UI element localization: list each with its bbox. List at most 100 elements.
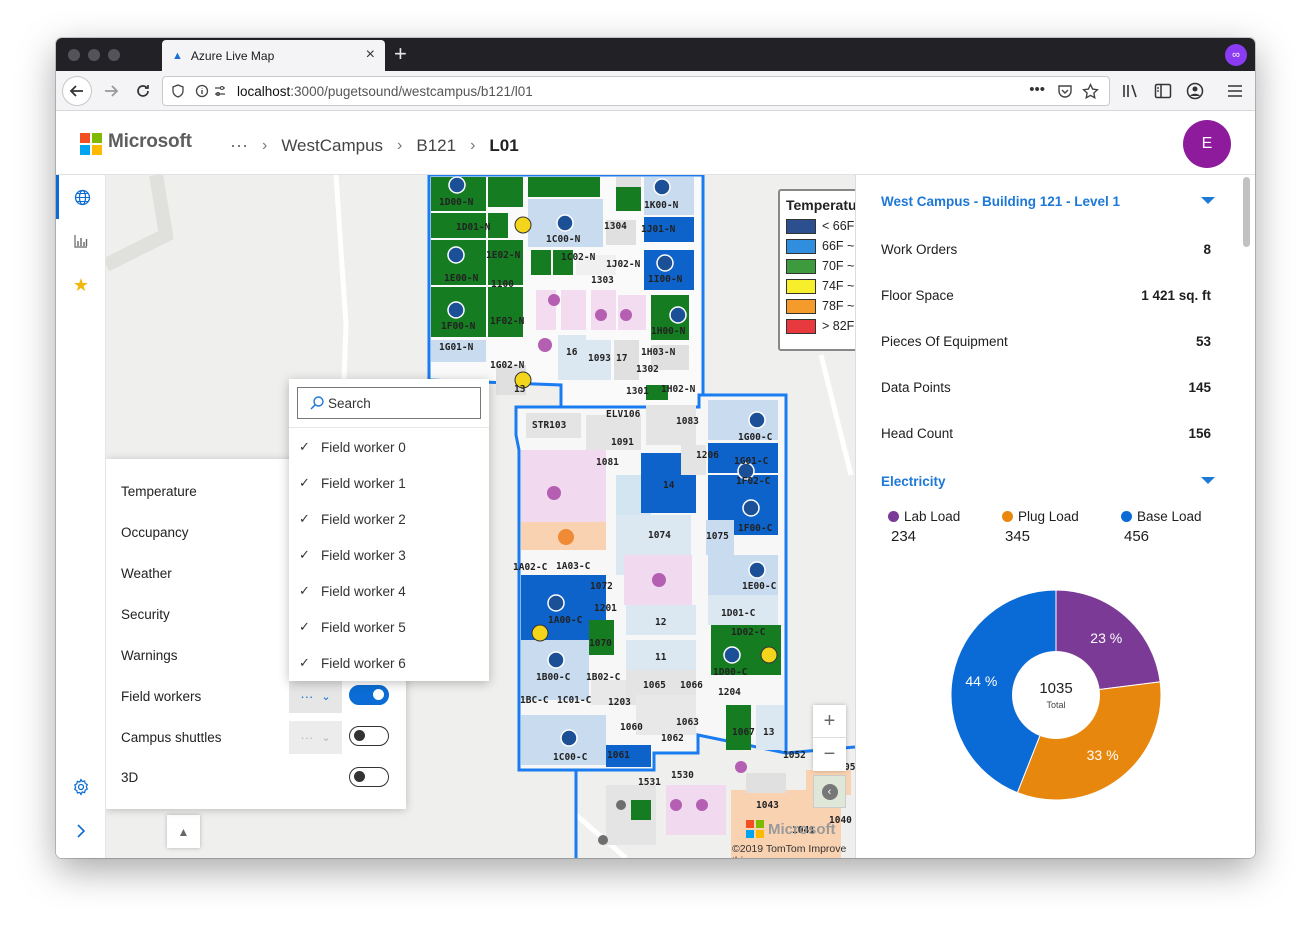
app-header: Microsoft ··· › WestCampus › B121 › L01 … bbox=[56, 111, 1255, 175]
collapse-caret-icon[interactable] bbox=[1201, 477, 1215, 484]
legend-dot bbox=[1002, 511, 1013, 522]
svg-text:1A03-C: 1A03-C bbox=[556, 561, 591, 572]
map-copyright[interactable]: ©2019 TomTom Improve this map bbox=[732, 843, 855, 858]
rail-item-favorites[interactable]: ★ bbox=[56, 263, 106, 307]
new-tab-button[interactable]: + bbox=[394, 41, 407, 67]
address-bar[interactable]: localhost:3000/pugetsound/westcampus/b12… bbox=[162, 76, 1110, 106]
field-workers-options-button[interactable]: ··· ⌄ bbox=[289, 680, 342, 713]
svg-text:1091: 1091 bbox=[611, 437, 634, 448]
svg-text:1075: 1075 bbox=[706, 531, 729, 542]
svg-text:1C02-N: 1C02-N bbox=[561, 252, 596, 263]
layer-security[interactable]: Security bbox=[121, 607, 170, 622]
3d-toggle[interactable] bbox=[349, 767, 389, 787]
svg-text:1206: 1206 bbox=[696, 450, 719, 461]
field-worker-item[interactable]: ✓ Field worker 4 bbox=[299, 583, 406, 599]
avatar[interactable]: E bbox=[1183, 120, 1231, 168]
svg-text:ELV106: ELV106 bbox=[606, 409, 641, 420]
rail-item-settings[interactable] bbox=[56, 765, 106, 809]
layer-field-workers[interactable]: Field workers bbox=[121, 689, 201, 704]
permissions-icon[interactable] bbox=[213, 84, 227, 98]
svg-text:1D02-C: 1D02-C bbox=[731, 627, 766, 638]
svg-text:1204: 1204 bbox=[718, 687, 741, 698]
layer-weather[interactable]: Weather bbox=[121, 566, 172, 581]
svg-text:1E02-N: 1E02-N bbox=[486, 250, 521, 261]
breadcrumb-item-campus[interactable]: WestCampus bbox=[281, 136, 383, 156]
collapse-caret-icon[interactable] bbox=[1201, 197, 1215, 204]
svg-text:1C00-N: 1C00-N bbox=[546, 234, 581, 245]
panel-scrollbar[interactable] bbox=[1243, 177, 1250, 247]
library-icon[interactable] bbox=[1122, 83, 1140, 99]
layer-temperature[interactable]: Temperature bbox=[121, 484, 197, 499]
electricity-title[interactable]: Electricity bbox=[881, 474, 946, 489]
svg-text:1C01-C: 1C01-C bbox=[557, 695, 592, 706]
chevron-left-icon: ‹ bbox=[821, 783, 838, 800]
left-rail: ★ bbox=[56, 175, 106, 858]
zoom-in-button[interactable]: + bbox=[813, 705, 846, 738]
private-browsing-icon: ∞ bbox=[1225, 44, 1247, 66]
svg-text:17: 17 bbox=[616, 353, 627, 364]
floor-map[interactable]: 1D00-N 1D01-N 1C00-N 1304 1K00-N 1J01-N 1E02… bbox=[106, 175, 855, 858]
breadcrumb-more-button[interactable]: ··· bbox=[230, 135, 248, 156]
window-minimize-control[interactable] bbox=[88, 49, 100, 61]
svg-text:1I00-N: 1I00-N bbox=[648, 274, 683, 285]
layer-3d[interactable]: 3D bbox=[121, 770, 138, 785]
electricity-legend-plug: Plug Load 345 bbox=[1002, 509, 1079, 545]
field-worker-item[interactable]: ✓ Field worker 3 bbox=[299, 547, 406, 563]
chevron-right-icon: › bbox=[470, 136, 476, 154]
field-worker-item[interactable]: ✓ Field worker 0 bbox=[299, 439, 406, 455]
breadcrumb-item-building[interactable]: B121 bbox=[416, 136, 456, 156]
electricity-donut-chart: 1035 Total 23 % 33 % 44 % bbox=[950, 589, 1162, 801]
chevron-right-icon bbox=[77, 824, 86, 838]
legend-swatch bbox=[786, 298, 816, 314]
field-worker-item[interactable]: ✓ Field worker 1 bbox=[299, 475, 406, 491]
legend-swatch bbox=[786, 318, 816, 334]
layer-campus-shuttles[interactable]: Campus shuttles bbox=[121, 730, 222, 745]
layer-warnings[interactable]: Warnings bbox=[121, 648, 178, 663]
svg-text:1083: 1083 bbox=[676, 416, 699, 427]
campus-shuttles-toggle[interactable] bbox=[349, 726, 389, 746]
info-icon[interactable] bbox=[195, 84, 209, 98]
forward-button[interactable] bbox=[98, 77, 124, 105]
svg-text:13: 13 bbox=[763, 727, 775, 738]
menu-icon[interactable] bbox=[1227, 84, 1243, 98]
bookmark-star-icon[interactable] bbox=[1082, 83, 1099, 100]
rail-item-map[interactable] bbox=[56, 175, 106, 219]
svg-text:16: 16 bbox=[566, 347, 578, 358]
rail-expand-button[interactable] bbox=[56, 809, 106, 853]
browser-tab[interactable]: ▲ Azure Live Map × bbox=[162, 40, 385, 71]
svg-text:13: 13 bbox=[514, 384, 526, 395]
zoom-controls: + − bbox=[813, 705, 846, 771]
svg-text:1G01-C: 1G01-C bbox=[734, 456, 769, 467]
chevron-right-icon: › bbox=[261, 136, 268, 154]
svg-text:1B02-C: 1B02-C bbox=[586, 672, 621, 683]
tab-close-icon[interactable]: × bbox=[366, 46, 375, 64]
checkmark-icon: ✓ bbox=[299, 547, 310, 562]
svg-text:1062: 1062 bbox=[661, 733, 684, 744]
window-close-control[interactable] bbox=[68, 49, 80, 61]
account-icon[interactable] bbox=[1186, 82, 1204, 100]
svg-text:1J02-N: 1J02-N bbox=[606, 259, 641, 270]
sidebar-toggle-icon[interactable] bbox=[1154, 83, 1172, 99]
field-worker-item[interactable]: ✓ Field worker 2 bbox=[299, 511, 406, 527]
layer-occupancy[interactable]: Occupancy bbox=[121, 525, 189, 540]
zoom-out-button[interactable]: − bbox=[813, 738, 846, 771]
compass-button[interactable]: ▲ bbox=[167, 815, 200, 848]
reload-button[interactable] bbox=[130, 77, 156, 105]
page-actions-icon[interactable]: ••• bbox=[1029, 81, 1045, 98]
microsoft-logo-icon bbox=[746, 820, 764, 838]
field-workers-toggle[interactable] bbox=[349, 685, 389, 705]
window-zoom-control[interactable] bbox=[108, 49, 120, 61]
field-worker-item[interactable]: ✓ Field worker 5 bbox=[299, 619, 406, 635]
chevron-down-icon: ⌄ bbox=[321, 732, 331, 744]
panel-title[interactable]: West Campus - Building 121 - Level 1 bbox=[881, 194, 1120, 209]
svg-text:1531: 1531 bbox=[638, 777, 661, 788]
map-style-button[interactable]: ‹ bbox=[813, 775, 846, 808]
rail-item-analytics[interactable] bbox=[56, 219, 106, 263]
back-button[interactable] bbox=[62, 76, 92, 106]
donut-slice-label: 23 % bbox=[1090, 630, 1122, 646]
svg-text:1F02-N: 1F02-N bbox=[490, 316, 525, 327]
field-worker-item[interactable]: ✓ Field worker 6 bbox=[299, 655, 406, 671]
url-host: localhost bbox=[237, 83, 291, 99]
svg-text:1H02-N: 1H02-N bbox=[661, 384, 696, 395]
pocket-icon[interactable] bbox=[1057, 83, 1073, 99]
